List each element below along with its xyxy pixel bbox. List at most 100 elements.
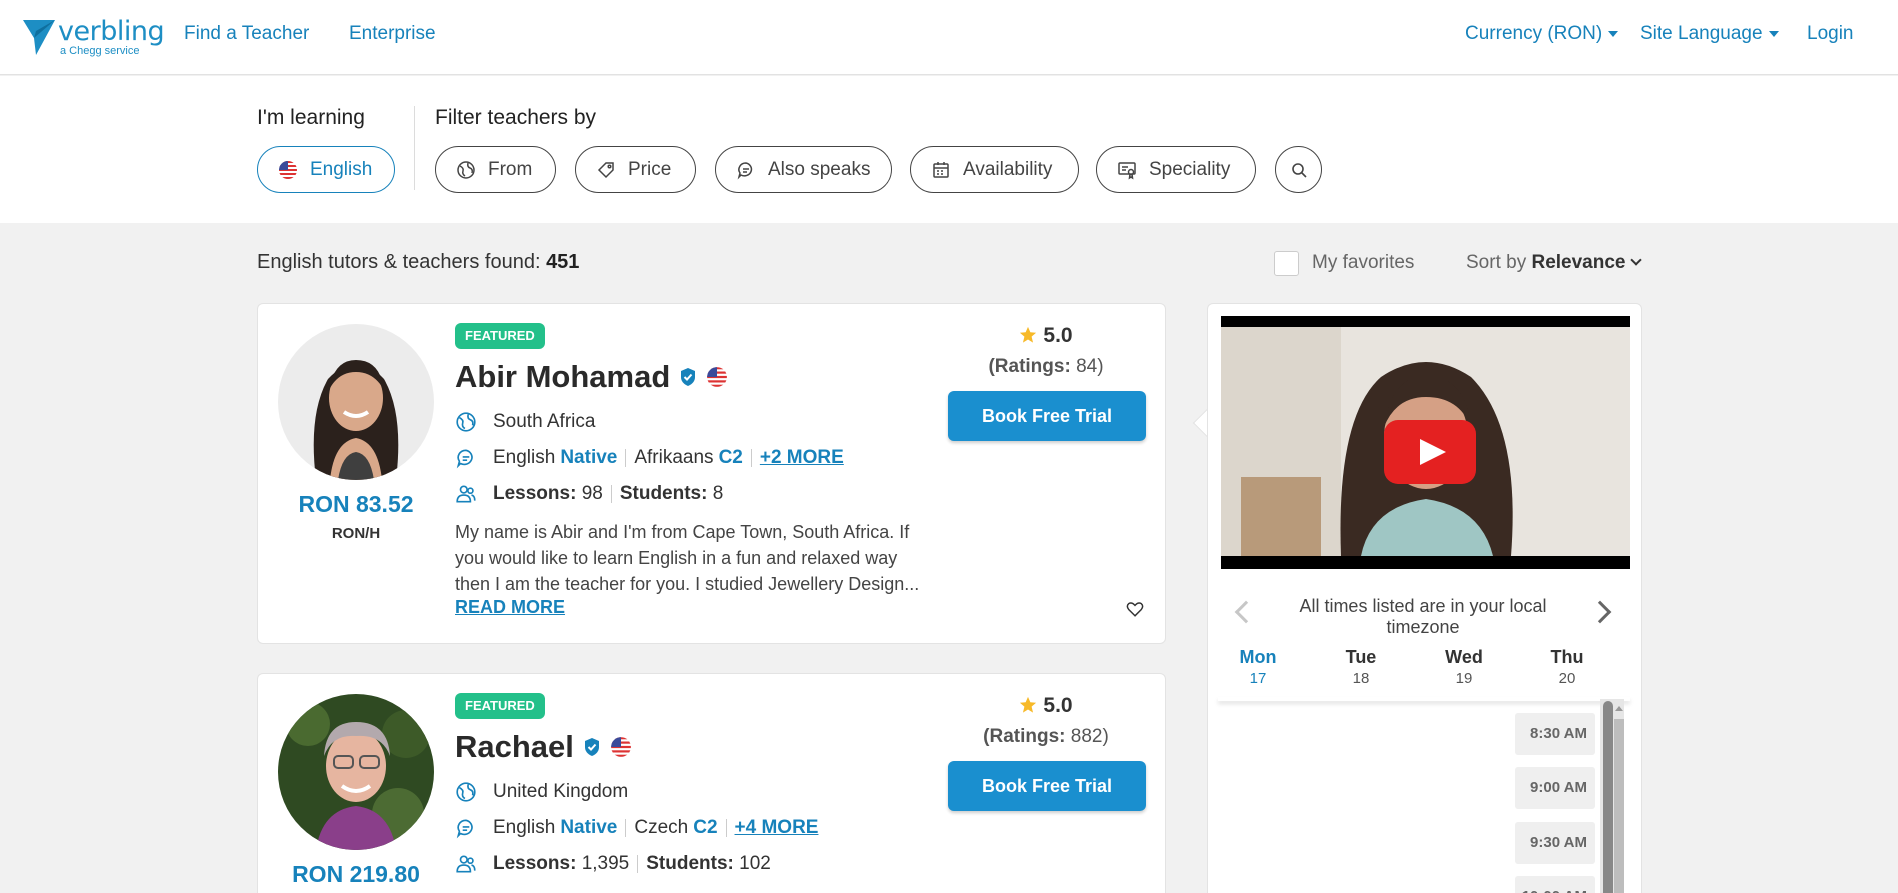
day-date: 20	[1558, 670, 1576, 687]
learning-language-value: English	[310, 158, 373, 180]
filter-label: Filter teachers by	[435, 106, 597, 129]
more-languages-link[interactable]: +4 MORE	[735, 817, 819, 839]
verified-badge-icon	[681, 368, 696, 386]
teacher-avatar[interactable]	[278, 324, 434, 480]
day-name: Mon	[1239, 647, 1277, 667]
schedule-divider	[1218, 697, 1630, 701]
chevron-down-icon	[1629, 254, 1642, 266]
time-slot[interactable]: 9:30 AM	[1515, 822, 1595, 864]
day-column-tue[interactable]: Tue 18	[1321, 647, 1401, 687]
lessons-count: 98	[581, 483, 603, 504]
previous-week-arrow-icon[interactable]	[1234, 600, 1258, 624]
language-level: C2	[693, 817, 718, 838]
search-icon	[1291, 162, 1307, 178]
language-level: Native	[560, 817, 618, 838]
login-link[interactable]: Login	[1807, 23, 1854, 45]
favorite-heart-icon[interactable]	[1126, 601, 1144, 618]
language-level: C2	[718, 447, 743, 468]
teacher-name-row: Abir Mohamad	[455, 359, 728, 395]
nav-find-a-teacher[interactable]: Find a Teacher	[184, 23, 309, 45]
scrollbar-thumb[interactable]	[1603, 701, 1613, 893]
separator	[750, 449, 752, 467]
logo-subtitle: a Chegg service	[60, 45, 140, 57]
teacher-stats-row: Lessons: 1,395 Students: 102	[455, 853, 771, 875]
favorites-checkbox[interactable]	[1274, 251, 1299, 276]
caret-down-icon	[1608, 30, 1619, 37]
teacher-country: United Kingdom	[493, 781, 629, 802]
teacher-photo	[278, 694, 434, 850]
filter-from-pill[interactable]: From	[435, 146, 556, 193]
search-button[interactable]	[1275, 146, 1322, 193]
filter-availability-pill[interactable]: Availability	[910, 146, 1079, 193]
schedule-scrollbar[interactable]	[1600, 699, 1624, 893]
time-slot[interactable]: 9:00 AM	[1515, 767, 1595, 809]
day-column-mon[interactable]: Mon 17	[1218, 647, 1298, 687]
book-free-trial-button[interactable]: Book Free Trial	[948, 391, 1146, 441]
sort-label: Sort by	[1466, 252, 1527, 273]
time-slot[interactable]: 8:30 AM	[1515, 713, 1595, 755]
students-count: 8	[712, 483, 724, 504]
us-flag-icon	[611, 737, 631, 757]
teacher-name[interactable]: Rachael	[455, 729, 574, 765]
speech-bubble-icon	[455, 447, 477, 469]
separator	[725, 819, 727, 837]
teacher-avatar[interactable]	[278, 694, 434, 850]
logo-text: verbling	[58, 16, 165, 47]
ratings-count: 84)	[1076, 356, 1104, 377]
lessons-label: Lessons:	[493, 483, 577, 504]
featured-badge: FEATURED	[455, 693, 545, 719]
day-column-wed[interactable]: Wed 19	[1424, 647, 1504, 687]
youtube-play-button[interactable]	[1384, 420, 1476, 484]
scrollbar-track[interactable]	[1614, 719, 1624, 893]
learning-label: I'm learning	[257, 106, 365, 129]
verbling-logo[interactable]: verbling a Chegg service	[22, 16, 165, 58]
students-label: Students:	[646, 853, 734, 874]
time-slot[interactable]: 10:00 AM	[1515, 876, 1595, 893]
certificate-icon	[1118, 161, 1136, 180]
filter-bar: I'm learning Filter teachers by English …	[0, 76, 1898, 223]
rating-value: 5.0	[1043, 694, 1073, 717]
teacher-name[interactable]: Abir Mohamad	[455, 359, 670, 395]
filter-price-pill[interactable]: Price	[575, 146, 696, 193]
teacher-card[interactable]: RON 219.80 FEATURED Rachael United Kingd…	[257, 673, 1166, 893]
teacher-name-row: Rachael	[455, 729, 632, 765]
sort-dropdown[interactable]: Sort by Relevance	[1466, 252, 1642, 274]
results-count-value: 451	[546, 251, 580, 273]
hourly-price: RON 83.52	[298, 491, 414, 517]
language-name: English	[493, 447, 556, 468]
filter-availability-label: Availability	[963, 158, 1053, 180]
favorites-label: My favorites	[1312, 252, 1415, 273]
teacher-preview-panel: All times listed are in your local timez…	[1207, 303, 1642, 893]
rating-count: (Ratings: 882)	[948, 726, 1144, 748]
language-level: Native	[560, 447, 618, 468]
teacher-languages-row: English Native Afrikaans C2 +2 MORE	[455, 447, 844, 469]
filter-from-label: From	[488, 158, 533, 180]
site-language-dropdown[interactable]: Site Language	[1640, 23, 1779, 45]
students-count: 102	[739, 853, 771, 874]
filter-speciality-pill[interactable]: Speciality	[1096, 146, 1256, 193]
scroll-up-arrow-icon[interactable]	[1614, 701, 1624, 715]
ratings-count: 882)	[1070, 726, 1109, 747]
teacher-country-row: United Kingdom	[455, 781, 628, 803]
featured-badge: FEATURED	[455, 323, 545, 349]
timezone-note: All times listed are in your local timez…	[1299, 596, 1547, 637]
rating: 5.0	[948, 694, 1144, 718]
star-icon	[1020, 696, 1037, 713]
intro-video[interactable]	[1221, 316, 1630, 569]
students-label: Students:	[619, 483, 708, 504]
filter-also-speaks-pill[interactable]: Also speaks	[715, 146, 892, 193]
learning-language-pill[interactable]: English	[257, 146, 395, 193]
students-icon	[455, 483, 477, 505]
book-free-trial-button[interactable]: Book Free Trial	[948, 761, 1146, 811]
verified-badge-icon	[584, 738, 599, 756]
teacher-stats-row: Lessons: 98 Students: 8	[455, 483, 723, 505]
teacher-card[interactable]: RON 83.52 RON/H FEATURED Abir Mohamad So…	[257, 303, 1166, 644]
teacher-languages-row: English Native Czech C2 +4 MORE	[455, 817, 818, 839]
more-languages-link[interactable]: +2 MORE	[760, 447, 844, 469]
next-week-arrow-icon[interactable]	[1588, 600, 1612, 624]
day-column-thu[interactable]: Thu 20	[1527, 647, 1607, 687]
currency-dropdown[interactable]: Currency (RON)	[1465, 23, 1619, 45]
read-more-link[interactable]: READ MORE	[455, 597, 565, 618]
nav-enterprise[interactable]: Enterprise	[349, 23, 436, 45]
separator	[625, 449, 627, 467]
